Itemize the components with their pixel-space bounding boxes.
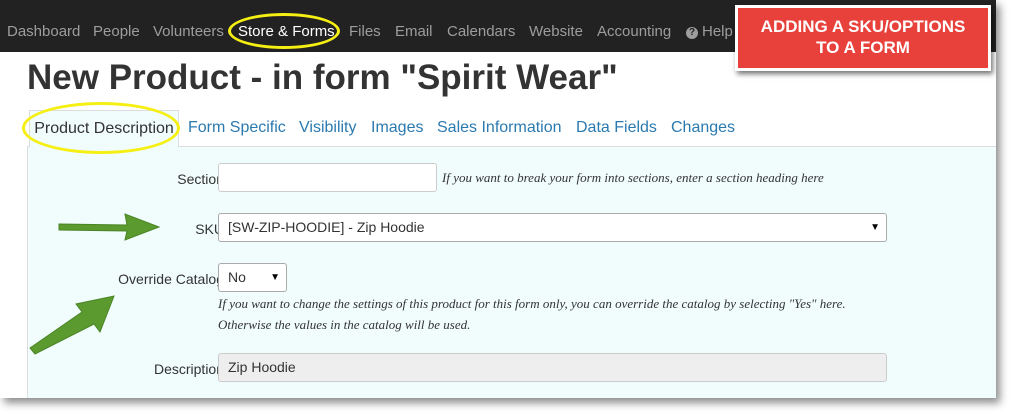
tab-form-specific[interactable]: Form Specific (188, 110, 286, 146)
callout-banner: ADDING A SKU/OPTIONS TO A FORM (735, 5, 991, 71)
tab-visibility[interactable]: Visibility (299, 110, 357, 146)
page-title: New Product - in form "Spirit Wear" (27, 58, 618, 97)
nav-website[interactable]: Website (529, 0, 583, 52)
nav-dashboard[interactable]: Dashboard (7, 0, 80, 52)
tab-sales-information[interactable]: Sales Information (437, 110, 562, 146)
override-help-line2: Otherwise the values in the catalog will… (218, 317, 471, 332)
override-help-line1: If you want to change the settings of th… (218, 296, 846, 311)
nav-store-forms[interactable]: Store & Forms (238, 0, 335, 52)
form-panel: Section If you want to break your form i… (27, 146, 996, 398)
chevron-down-icon: ▼ (870, 222, 880, 233)
nav-email[interactable]: Email (395, 0, 433, 52)
section-help-text: If you want to break your form into sect… (442, 170, 824, 185)
override-catalog-value: No (228, 269, 246, 285)
nav-people[interactable]: People (93, 0, 140, 52)
nav-calendars[interactable]: Calendars (447, 0, 515, 52)
section-input[interactable] (218, 163, 437, 192)
override-catalog-label: Override Catalog (118, 271, 224, 287)
description-input[interactable]: Zip Hoodie (218, 353, 887, 382)
nav-volunteers[interactable]: Volunteers (153, 0, 224, 52)
help-icon: ? (686, 27, 698, 39)
chevron-down-icon: ▼ (270, 272, 280, 283)
tab-data-fields[interactable]: Data Fields (576, 110, 657, 146)
override-catalog-select[interactable]: No ▼ (218, 263, 287, 292)
nav-files[interactable]: Files (349, 0, 381, 52)
section-label: Section (177, 171, 224, 187)
description-label: Description (153, 361, 224, 377)
sku-select[interactable]: [SW-ZIP-HOODIE] - Zip Hoodie ▼ (218, 213, 887, 242)
nav-accounting[interactable]: Accounting (597, 0, 671, 52)
sku-value: [SW-ZIP-HOODIE] - Zip Hoodie (228, 219, 425, 235)
tab-images[interactable]: Images (371, 110, 423, 146)
description-value: Zip Hoodie (228, 359, 296, 375)
nav-help-label: Help (702, 23, 733, 40)
tab-product-description[interactable]: Product Description (29, 110, 179, 147)
app-window: Dashboard People Volunteers Store & Form… (0, 0, 996, 398)
tab-changes[interactable]: Changes (671, 110, 735, 146)
callout-line2: TO A FORM (816, 38, 910, 57)
callout-line1: ADDING A SKU/OPTIONS (760, 17, 966, 36)
nav-help[interactable]: ? Help (686, 0, 733, 52)
